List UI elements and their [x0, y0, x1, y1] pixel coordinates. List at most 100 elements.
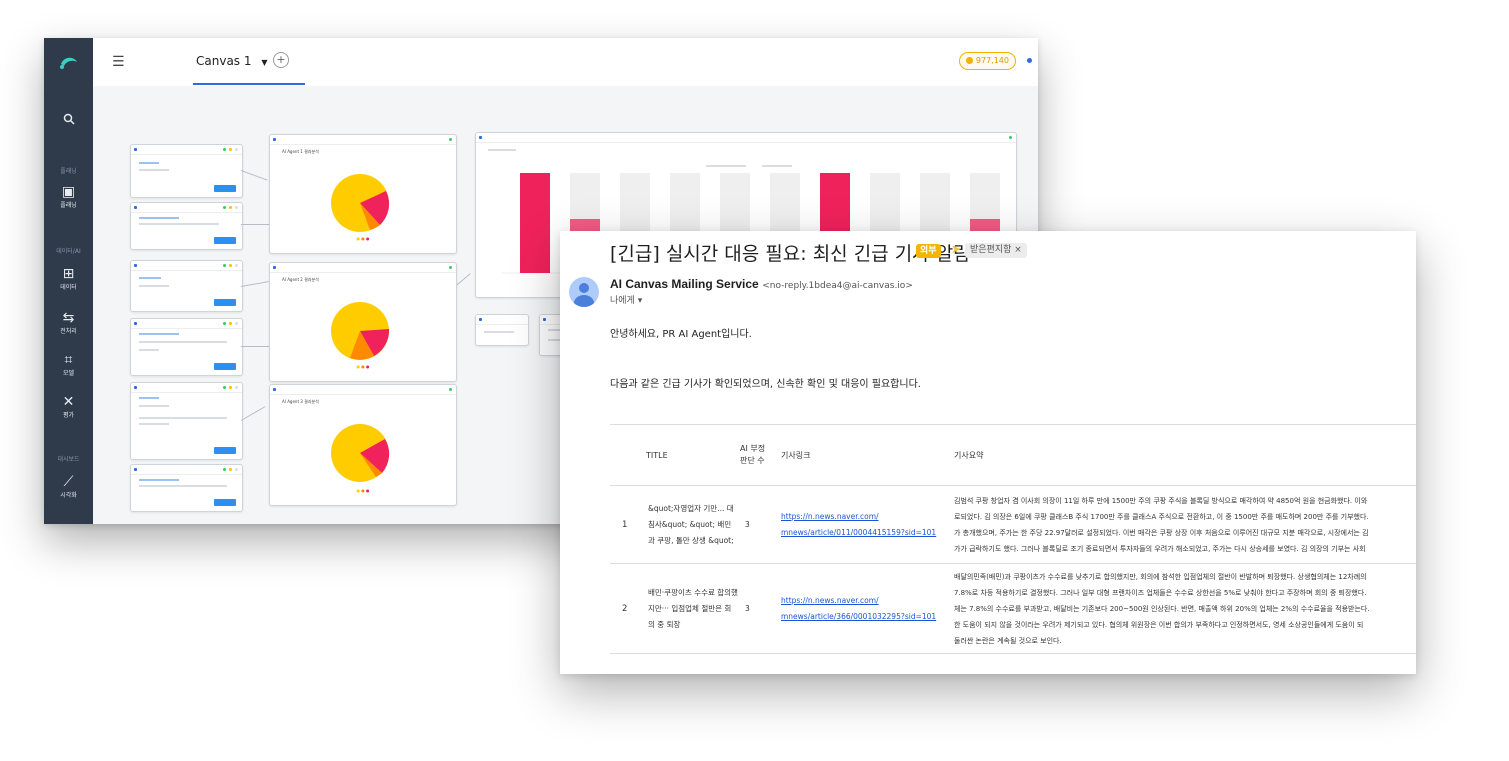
connection-wire: [241, 346, 269, 347]
summary-line: 체는 7.8%의 수수료를 부과받고, 배달비는 기존보다 200~500원 인…: [954, 604, 1370, 613]
search-icon: [63, 113, 75, 125]
article-link-cell: https://n.news.naver.com/ mnews/article/…: [780, 563, 942, 654]
coin-icon: [966, 57, 974, 64]
column-count-label: AI 부정 판단 수: [740, 444, 766, 465]
pie-legend: ● ● ●: [356, 364, 370, 369]
summary-line: 가 총개했으며, 주가는 한 주당 22.97달러로 설정되었다. 이번 매각은…: [954, 528, 1369, 537]
column-title: TITLE: [610, 424, 739, 486]
sidebar-item-viz[interactable]: ⟋ 시각화: [44, 474, 93, 500]
app-sidebar: 플래닝 ▣ 플래닝 데이터/AI ⊞ 데이터 ⇆ 전처리 ⌗ 모델 ✕ 평가 대…: [44, 38, 93, 524]
pie-chart-node[interactable]: AI Agent 1 결과분석 ● ● ●: [269, 134, 457, 254]
node-field: [139, 285, 169, 287]
table-header-row: TITLE AI 부정 판단 수 기사링크 기사요약: [610, 424, 1416, 486]
node-field: [139, 223, 219, 225]
row-number: 2: [610, 563, 647, 654]
run-button[interactable]: [214, 237, 236, 244]
app-topbar: ☰ Canvas 1 ▼ + 977,140: [93, 38, 1038, 87]
dropdown-filter[interactable]: [762, 165, 792, 167]
sidebar-search[interactable]: [44, 110, 93, 129]
sidebar-item-label: 평가: [62, 412, 75, 419]
avatar-head: [579, 283, 589, 293]
node-header: [270, 263, 456, 273]
workflow-node[interactable]: [475, 314, 529, 346]
article-link[interactable]: https://n.news.naver.com/ mnews/article/…: [781, 512, 936, 537]
node-header: [131, 203, 242, 213]
workflow-node[interactable]: [130, 382, 243, 460]
pie-chart-node[interactable]: AI Agent 3 결과분석 ● ● ●: [269, 384, 457, 506]
node-header: [131, 145, 242, 155]
connection-wire: [240, 281, 269, 287]
bar: [520, 173, 550, 273]
app-logo[interactable]: [44, 38, 93, 86]
article-title: &quot;자영업자 기만... 대침사&quot; &quot; 배민과 쿠팡…: [647, 485, 739, 564]
sidebar-item-model[interactable]: ⌗ 모델: [44, 352, 93, 378]
email-greeting: 안녕하세요, PR AI Agent입니다.: [610, 329, 752, 340]
article-summary: 김범석 쿠팡 창업자 겸 이사회 의장이 11일 하루 만에 1500만 주의 …: [942, 485, 1416, 564]
summary-line: 김범석 쿠팡 창업자 겸 이사회 의장이 11일 하루 만에 1500만 주의 …: [954, 496, 1368, 505]
node-field: [139, 217, 179, 219]
node-chart-title: AI Agent 1 결과분석: [282, 149, 319, 154]
run-button[interactable]: [214, 185, 236, 192]
recipient-dropdown[interactable]: 나에게 ▾: [610, 293, 642, 306]
workflow-node[interactable]: [130, 464, 243, 512]
article-title: 배민·쿠팡이츠 수수료 합의했지만··· 입점업체 절반은 회의 중 퇴장: [647, 563, 739, 654]
sidebar-item-eval[interactable]: ✕ 평가: [44, 394, 93, 420]
workflow-node[interactable]: [130, 318, 243, 376]
node-field: [139, 333, 179, 335]
dropdown-filter[interactable]: [706, 165, 746, 167]
sidebar-item-planning[interactable]: ▣ 플래닝: [44, 184, 93, 210]
article-link[interactable]: https://n.news.naver.com/ mnews/article/…: [781, 596, 936, 621]
add-tab-button[interactable]: +: [273, 52, 289, 68]
node-field: [139, 169, 169, 171]
workflow-node[interactable]: [130, 202, 243, 250]
sidebar-section-dashboard: 대시보드: [57, 456, 80, 463]
column-summary: 기사요약: [942, 424, 1416, 486]
summary-line: 가가 급락하기도 했다. 그러나 블록딜로 조기 종료되면서 투자자들의 우려가…: [954, 544, 1366, 553]
avatar-body: [574, 295, 594, 307]
node-field: [139, 162, 159, 164]
sender-line: AI Canvas Mailing Service <no-reply.1bde…: [610, 277, 913, 291]
sidebar-item-label: 전처리: [60, 328, 77, 335]
notification-dot[interactable]: [1027, 58, 1032, 63]
workflow-node[interactable]: [130, 260, 243, 312]
planning-icon: ▣: [61, 184, 76, 200]
sidebar-item-label: 플래닝: [60, 202, 77, 209]
email-window: [긴급] 실시간 대응 필요: 최신 긴급 기사 알람 외부 ➤ 받은편지함 ×…: [560, 231, 1416, 674]
pie-chart: [331, 424, 390, 482]
inbox-label[interactable]: 받은편지함 ×: [965, 243, 1027, 258]
node-header: [270, 135, 456, 145]
node-header: [476, 315, 528, 325]
active-tab-indicator: [193, 83, 305, 85]
credits-badge[interactable]: 977,140: [959, 52, 1016, 70]
run-button[interactable]: [214, 299, 236, 306]
run-button[interactable]: [214, 447, 236, 454]
chart-line-icon: ⟋: [63, 474, 74, 490]
connection-wire: [241, 224, 269, 225]
menu-icon[interactable]: ☰: [112, 54, 125, 70]
sidebar-item-label: 시각화: [60, 492, 77, 499]
run-button[interactable]: [214, 499, 236, 506]
table-icon: ⊞: [62, 266, 75, 282]
node-field: [484, 331, 514, 333]
node-field: [139, 485, 227, 487]
node-header: [270, 385, 456, 395]
node-header: [131, 465, 242, 475]
sidebar-item-data[interactable]: ⊞ 데이터: [44, 266, 93, 292]
pie-chart-node[interactable]: AI Agent 2 결과분석 ● ● ●: [269, 262, 457, 382]
connection-wire: [454, 273, 471, 287]
column-count: AI 부정 판단 수: [739, 424, 780, 486]
summary-line: 로되었다. 김 의장은 6일에 쿠팡 클래스B 주식 1700만 주를 클래스A…: [954, 512, 1369, 521]
column-link: 기사링크: [780, 424, 942, 486]
pie-chart: [331, 174, 390, 232]
run-button[interactable]: [214, 363, 236, 370]
node-field: [139, 405, 169, 407]
tab-canvas-1[interactable]: Canvas 1 ▼: [196, 54, 267, 68]
node-field: [139, 349, 159, 351]
sidebar-section-data-ai: 데이터/AI: [56, 248, 81, 255]
node-header: [131, 383, 242, 393]
workflow-node[interactable]: [130, 144, 243, 198]
importance-marker-icon[interactable]: ➤: [951, 242, 961, 256]
tab-label: Canvas 1: [196, 54, 252, 68]
node-header: [476, 133, 1016, 143]
sidebar-item-preprocess[interactable]: ⇆ 전처리: [44, 310, 93, 336]
